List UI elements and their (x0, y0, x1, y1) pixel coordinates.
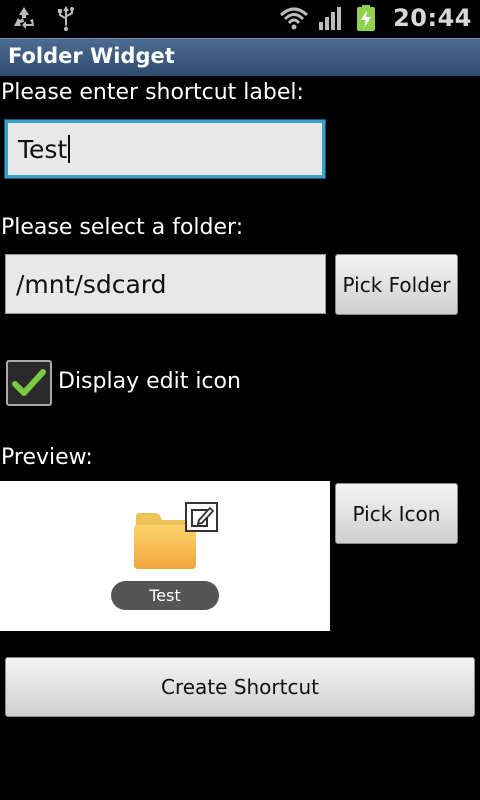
text-caret (68, 135, 71, 163)
status-clock: 20:44 (393, 4, 472, 32)
folder-path-input[interactable]: /mnt/sdcard (5, 254, 326, 314)
pick-folder-button[interactable]: Pick Folder (335, 254, 458, 315)
usb-icon (52, 4, 80, 32)
status-bar: 20:44 (0, 0, 480, 38)
shortcut-label-value: Test (18, 134, 68, 164)
shortcut-label-input[interactable]: Test (5, 120, 325, 178)
folder-path-value: /mnt/sdcard (16, 269, 167, 299)
recycle-icon (10, 4, 38, 32)
display-edit-icon-label: Display edit icon (58, 369, 241, 394)
screen: 20:44 Folder Widget Please enter shortcu… (0, 0, 480, 800)
app-title: Folder Widget (8, 44, 175, 68)
create-shortcut-button[interactable]: Create Shortcut (5, 657, 475, 717)
preview-label: Preview: (1, 445, 93, 470)
shortcut-label-prompt: Please enter shortcut label: (1, 80, 304, 105)
title-bar: Folder Widget (0, 38, 480, 76)
display-edit-icon-checkbox[interactable] (6, 360, 52, 406)
checkmark-icon (12, 369, 46, 396)
preview-name-pill: Test (111, 581, 219, 610)
battery-charging-icon (355, 4, 383, 32)
wifi-icon (279, 4, 309, 32)
signal-icon (317, 4, 345, 32)
pick-icon-button[interactable]: Pick Icon (335, 483, 458, 544)
folder-prompt: Please select a folder: (1, 215, 244, 240)
edit-icon (185, 502, 218, 532)
